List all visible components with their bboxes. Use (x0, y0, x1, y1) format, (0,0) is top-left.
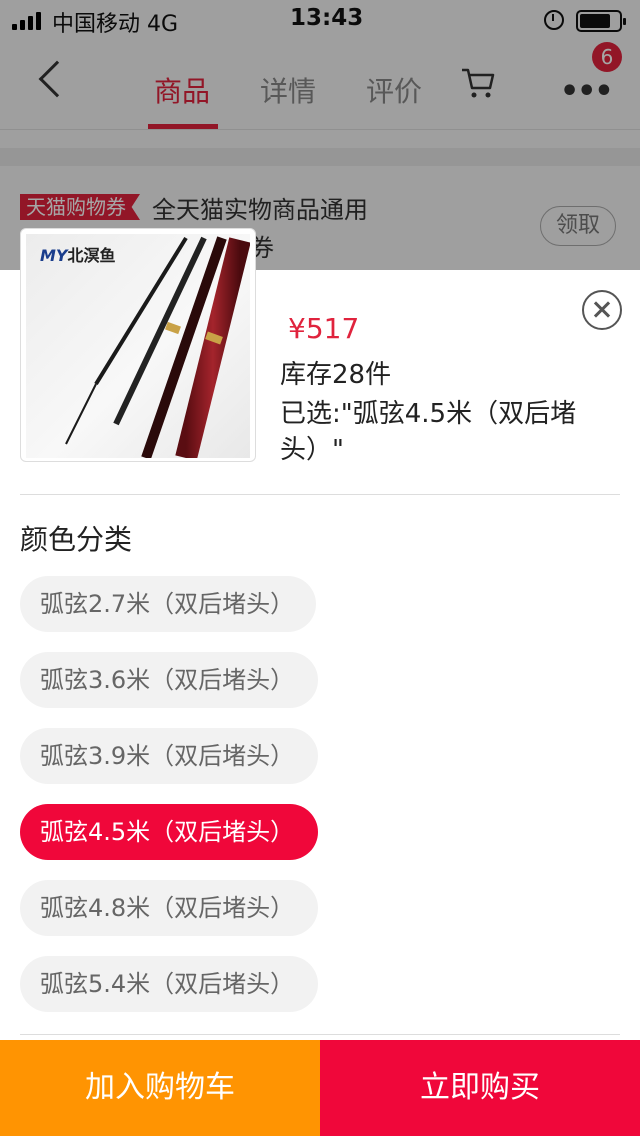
product-price: ¥517 (288, 312, 360, 345)
sku-option[interactable]: 弧弦5.4米（双后堵头） (20, 956, 318, 1012)
sku-option[interactable]: 弧弦3.9米（双后堵头） (20, 728, 318, 784)
sku-option[interactable]: 弧弦2.7米（双后堵头） (20, 576, 316, 632)
buy-now-button[interactable]: 立即购买 (320, 1040, 640, 1136)
product-image: MY北溟鱼 (26, 234, 250, 458)
selected-variant: 已选:"弧弦4.5米（双后堵头）" (280, 399, 577, 465)
fishing-rod-image (65, 236, 250, 458)
add-to-cart-button[interactable]: 加入购物车 (0, 1040, 320, 1136)
sku-option[interactable]: 弧弦4.8米（双后堵头） (20, 880, 318, 936)
sku-option[interactable]: 弧弦3.6米（双后堵头） (20, 652, 318, 708)
divider (20, 494, 620, 495)
stock-count: 库存28件 (280, 360, 392, 390)
color-category-title: 颜色分类 (20, 523, 133, 556)
close-icon[interactable] (582, 290, 622, 330)
product-thumbnail: MY北溟鱼 (20, 228, 256, 462)
divider (20, 1034, 620, 1035)
sku-option-selected[interactable]: 弧弦4.5米（双后堵头） (20, 804, 318, 860)
